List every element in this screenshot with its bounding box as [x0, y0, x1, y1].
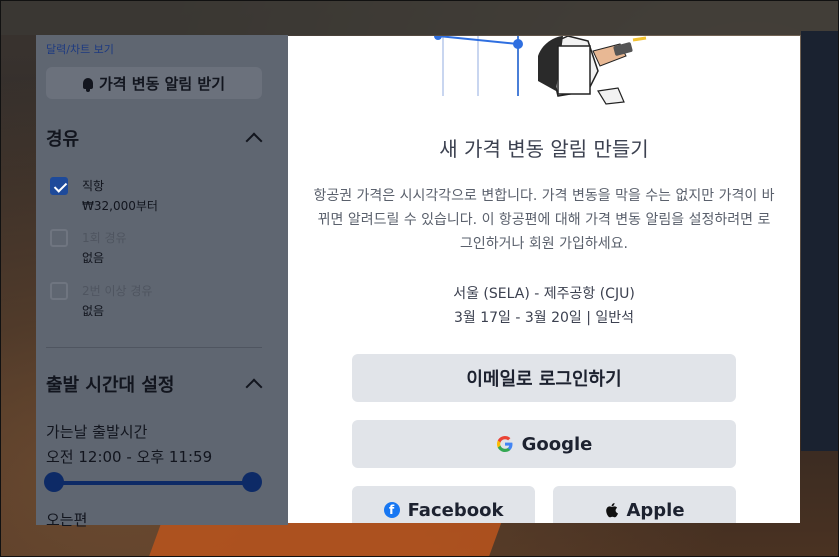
stop-option-price: 없음 [82, 304, 105, 318]
route-airports: 서울 (SELA) - 제주공항 (CJU) [453, 286, 635, 302]
route-info: 서울 (SELA) - 제주공항 (CJU) 3월 17일 - 3월 20일 |… [288, 282, 800, 330]
google-icon [496, 436, 513, 452]
background-decoration [140, 521, 502, 556]
departure-time-title: 출발 시간대 설정 [46, 375, 175, 396]
chevron-up-icon[interactable] [245, 132, 263, 150]
modal-title: 새 가격 변동 알림 만들기 [439, 137, 649, 161]
price-alert-modal: 새 가격 변동 알림 만들기 항공권 가격은 시시각각으로 변합니다. 가격 변… [288, 36, 800, 523]
google-login-button[interactable]: Google [352, 420, 736, 468]
apple-icon [606, 503, 619, 518]
background-topbar [1, 1, 838, 35]
apple-login-label: Apple [626, 499, 685, 521]
facebook-login-button[interactable]: f Facebook [352, 486, 535, 523]
email-login-button[interactable]: 이메일로 로그인하기 [352, 354, 736, 402]
time-slider-track[interactable] [54, 481, 252, 485]
background-panel [801, 31, 838, 451]
return-time-label: 오는편 [46, 511, 88, 529]
price-alert-button[interactable]: 가격 변동 알림 받기 [46, 67, 262, 99]
facebook-icon: f [383, 502, 400, 518]
stop-option-label: 직항 [82, 179, 105, 193]
facebook-login-label: Facebook [407, 499, 504, 521]
apple-login-button[interactable]: Apple [553, 486, 736, 523]
stop-option-label: 2번 이상 경유 [82, 284, 153, 298]
checkbox[interactable] [50, 177, 68, 195]
stops-title: 경유 [46, 129, 80, 150]
checkbox[interactable] [50, 282, 68, 300]
stop-option-label: 1회 경유 [82, 231, 127, 245]
traveler-illustration [434, 36, 647, 105]
calendar-chart-link[interactable]: 달력/차트 보기 [46, 41, 114, 57]
email-login-label: 이메일로 로그인하기 [466, 369, 622, 390]
outbound-time-label: 가는날 출발시간 [46, 423, 148, 441]
stop-option-price: ₩32,000부터 [82, 199, 158, 213]
divider [46, 347, 262, 348]
price-alert-label: 가격 변동 알림 받기 [98, 74, 226, 93]
modal-description: 항공권 가격은 시시각각으로 변합니다. 가격 변동을 막을 수는 없지만 가격… [313, 188, 775, 252]
google-login-label: Google [521, 433, 593, 455]
time-slider-start-handle[interactable] [44, 472, 64, 492]
route-dates-class: 3월 17일 - 3월 20일 | 일반석 [453, 310, 635, 326]
stop-option-price: 없음 [82, 251, 105, 265]
chevron-up-icon[interactable] [245, 378, 263, 396]
bell-icon [82, 77, 93, 92]
time-slider-end-handle[interactable] [242, 472, 262, 492]
checkbox[interactable] [50, 229, 68, 247]
outbound-time-range: 오전 12:00 - 오후 11:59 [46, 448, 213, 466]
filter-panel: 달력/차트 보기 가격 변동 알림 받기 경유 직항 ₩32,000부터 1회 … [36, 35, 288, 529]
screen: 달력/차트 보기 가격 변동 알림 받기 경유 직항 ₩32,000부터 1회 … [0, 0, 839, 557]
